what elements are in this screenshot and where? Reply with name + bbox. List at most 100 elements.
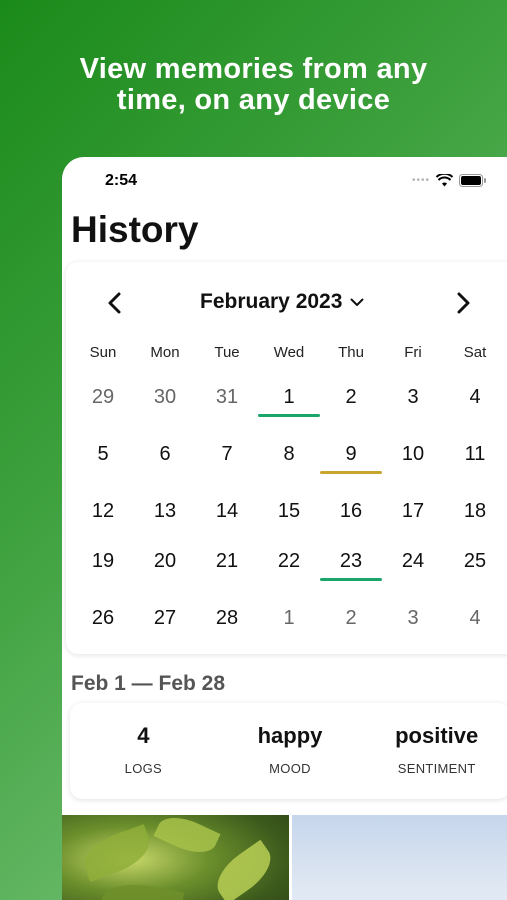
calendar-day-number: 17: [401, 500, 425, 522]
calendar-day[interactable]: 3: [382, 382, 444, 439]
month-picker-button[interactable]: February 2023: [200, 290, 364, 314]
calendar-day[interactable]: 4: [444, 382, 506, 439]
calendar-day[interactable]: 26: [72, 603, 134, 653]
status-time: 2:54: [105, 172, 138, 189]
memory-photo-leaves[interactable]: [62, 808, 289, 900]
calendar-day[interactable]: 15: [258, 496, 320, 546]
weekday-label: Wed: [273, 344, 305, 361]
month-label: February 2023: [200, 290, 343, 313]
calendar-day-grid: 29 30 31 1 2 3 4 5 6 7 8 9 10 11 12 13 14 15 16 17 18 19 20 21 2…: [72, 382, 506, 653]
calendar-day[interactable]: 13: [134, 496, 196, 546]
calendar-day[interactable]: 11: [444, 439, 506, 496]
stat-value: positive: [395, 723, 479, 748]
calendar-day[interactable]: 3: [382, 603, 444, 653]
calendar-day-number: 31: [215, 386, 239, 408]
calendar-day[interactable]: 19: [72, 546, 134, 603]
calendar-day-number: 20: [153, 550, 177, 572]
calendar-day[interactable]: 2: [320, 382, 382, 439]
calendar-day-number: 25: [463, 550, 487, 572]
next-month-button[interactable]: [449, 288, 479, 318]
calendar-day[interactable]: 30: [134, 382, 196, 439]
calendar-day[interactable]: 12: [72, 496, 134, 546]
calendar-day[interactable]: 29: [72, 382, 134, 439]
previous-month-button[interactable]: [99, 288, 129, 318]
calendar-day-number: 7: [221, 443, 233, 465]
battery-icon: [459, 174, 487, 187]
phone-screen: 2:54 •••• History February 2023 Sun Mon …: [62, 157, 507, 900]
weekday-label: Thu: [338, 344, 364, 361]
calendar-day[interactable]: 14: [196, 496, 258, 546]
entry-indicator: [258, 414, 320, 417]
calendar-day[interactable]: 23: [320, 546, 382, 603]
calendar-day[interactable]: 6: [134, 439, 196, 496]
calendar-day[interactable]: 4: [444, 603, 506, 653]
wifi-icon: [436, 174, 454, 187]
leaf-shape: [77, 824, 157, 882]
calendar-day-number: 28: [215, 607, 239, 629]
promo-headline: View memories from any time, on any devi…: [0, 54, 507, 116]
stat-value: happy: [257, 723, 323, 748]
calendar-day-number: 4: [469, 607, 481, 629]
entry-indicator: [320, 578, 382, 581]
calendar-day-number: 1: [283, 607, 295, 629]
leaf-shape: [208, 839, 280, 900]
status-icons: ••••: [412, 174, 487, 187]
calendar-day-number: 15: [277, 500, 301, 522]
chevron-left-icon: [108, 292, 121, 314]
calendar-day[interactable]: 22: [258, 546, 320, 603]
stat-label: LOGS: [124, 761, 162, 776]
calendar-day[interactable]: 5: [72, 439, 134, 496]
calendar-day-number: 2: [345, 607, 357, 629]
calendar-day-number: 1: [283, 386, 295, 408]
calendar-day-number: 27: [153, 607, 177, 629]
calendar-day-number: 22: [277, 550, 301, 572]
calendar-day-number: 6: [159, 443, 171, 465]
calendar-day[interactable]: 9: [320, 439, 382, 496]
calendar-day-number: 3: [407, 386, 419, 408]
page-title: History: [71, 209, 199, 250]
calendar-day[interactable]: 1: [258, 603, 320, 653]
calendar-day-number: 30: [153, 386, 177, 408]
memory-photo-sky[interactable]: [292, 815, 507, 900]
weekday-label: Sat: [463, 344, 487, 361]
calendar-day[interactable]: 20: [134, 546, 196, 603]
calendar-day[interactable]: 16: [320, 496, 382, 546]
stat-logs: 4 LOGS: [70, 703, 217, 799]
calendar-day[interactable]: 18: [444, 496, 506, 546]
stat-value: 4: [137, 723, 150, 748]
calendar-day[interactable]: 8: [258, 439, 320, 496]
summary-stats-card: 4 LOGS happy MOOD positive SENTIMENT: [70, 703, 507, 799]
weekday-label: Sun: [89, 344, 117, 361]
calendar-day-number: 14: [215, 500, 239, 522]
calendar-day[interactable]: 28: [196, 603, 258, 653]
calendar-day[interactable]: 17: [382, 496, 444, 546]
calendar-day-number: 4: [469, 386, 481, 408]
weekday-label: Tue: [214, 344, 240, 361]
leaf-shape: [153, 808, 221, 862]
calendar-day-number: 8: [283, 443, 295, 465]
calendar-day[interactable]: 31: [196, 382, 258, 439]
stat-label: SENTIMENT: [397, 761, 476, 776]
weekday-label: Fri: [404, 344, 422, 361]
calendar-day[interactable]: 1: [258, 382, 320, 439]
chevron-down-icon: [350, 298, 364, 306]
calendar-day[interactable]: 7: [196, 439, 258, 496]
calendar-day[interactable]: 10: [382, 439, 444, 496]
stat-label: MOOD: [269, 761, 311, 776]
calendar-day-number: 9: [345, 443, 357, 465]
calendar-day[interactable]: 21: [196, 546, 258, 603]
weekday-label: Mon: [150, 344, 180, 361]
promo-line-2: time, on any device: [116, 84, 391, 116]
calendar-day[interactable]: 25: [444, 546, 506, 603]
leaf-shape: [99, 878, 185, 900]
calendar-day[interactable]: 24: [382, 546, 444, 603]
calendar-header: February 2023: [66, 262, 507, 342]
promo-line-1: View memories from any: [79, 53, 428, 85]
calendar-day[interactable]: 27: [134, 603, 196, 653]
calendar-day-number: 24: [401, 550, 425, 572]
calendar-day-number: 2: [345, 386, 357, 408]
weekday-header-row: Sun Mon Tue Wed Thu Fri Sat: [72, 344, 506, 361]
calendar-day-number: 16: [339, 500, 363, 522]
calendar-day-number: 12: [91, 500, 115, 522]
calendar-day[interactable]: 2: [320, 603, 382, 653]
